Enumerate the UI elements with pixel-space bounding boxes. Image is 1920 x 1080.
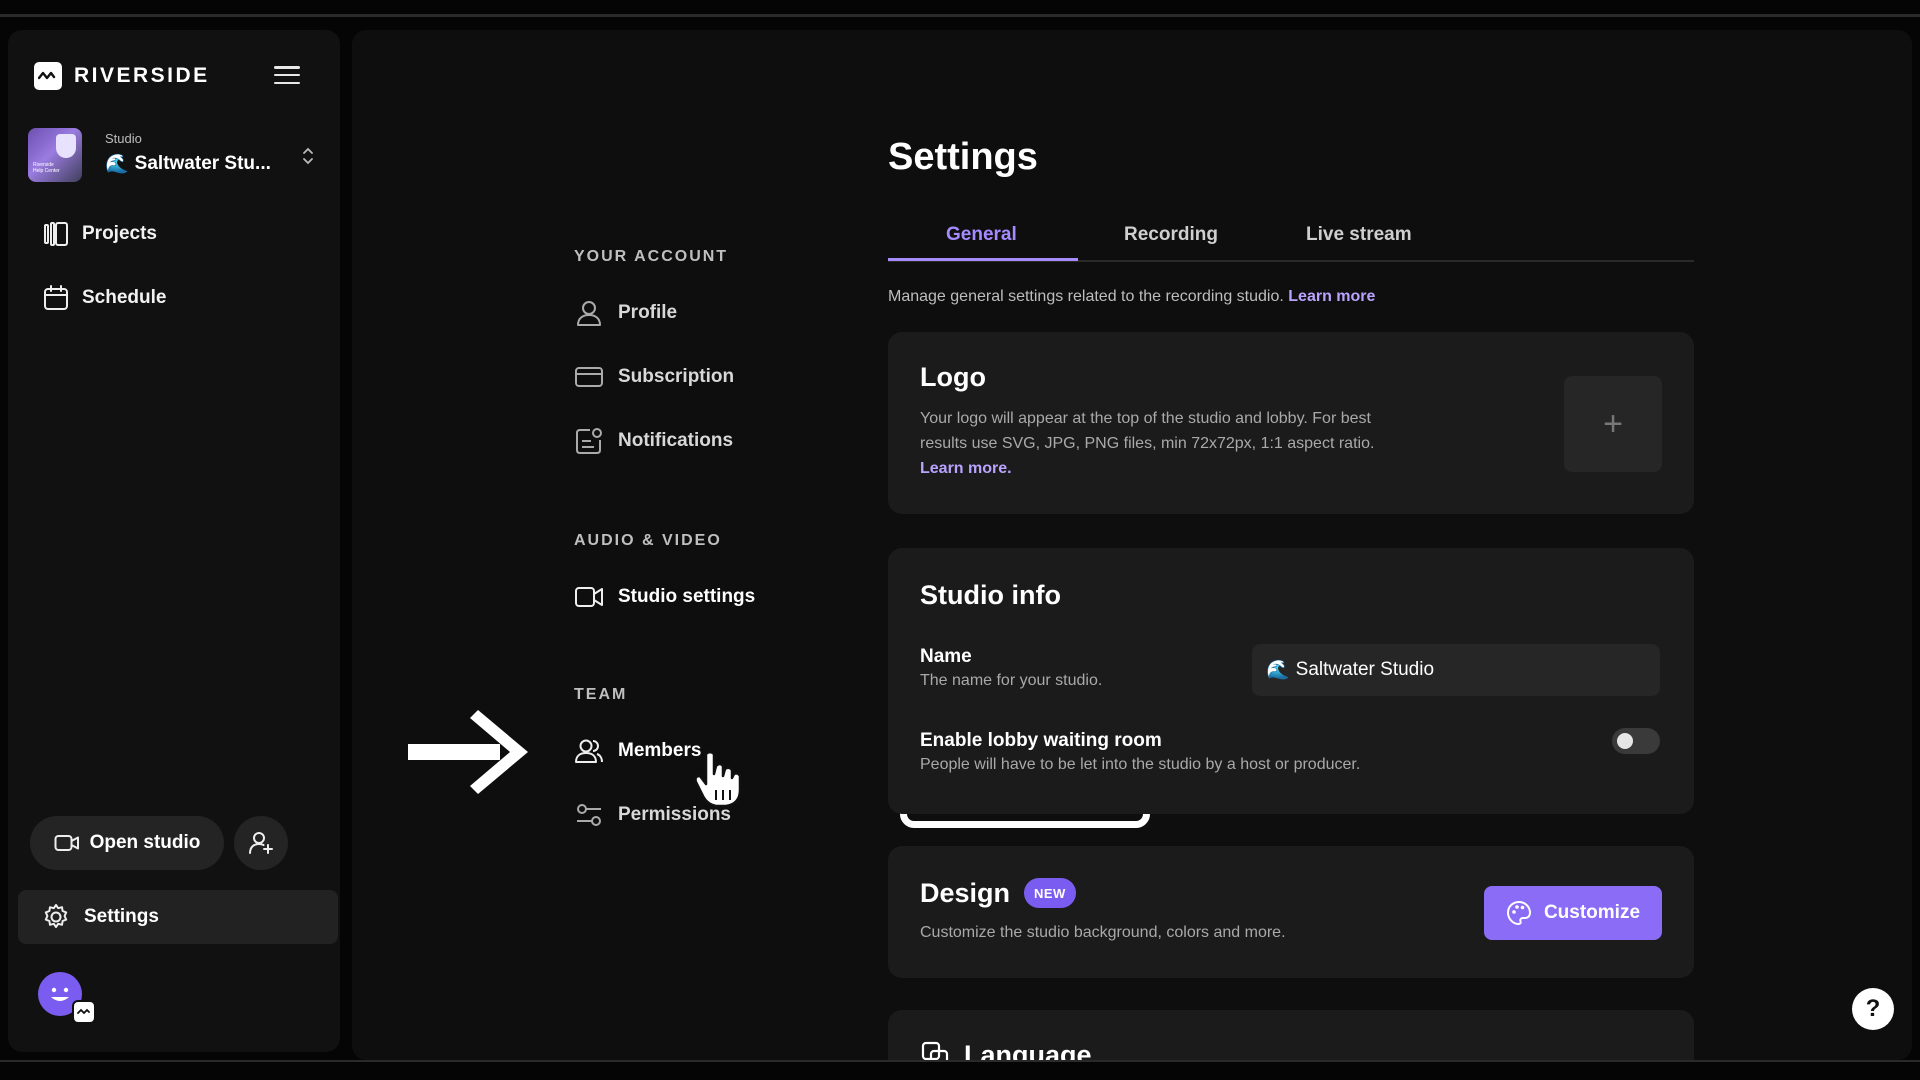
sidebar-item-settings[interactable]: Settings [18, 890, 338, 944]
studio-name-input[interactable]: 🌊 Saltwater Studio [1252, 644, 1660, 696]
design-card-title: Design [920, 878, 1011, 908]
toggle-knob [1617, 733, 1633, 749]
name-field-help: The name for your studio. [920, 672, 1103, 689]
video-camera-icon [575, 587, 603, 607]
language-card: Language [888, 1010, 1694, 1060]
tab-recording[interactable]: Recording [1124, 224, 1218, 246]
active-tab-indicator [888, 258, 1078, 261]
logo-card-line-2: results use SVG, JPG, PNG files, min 72x… [920, 435, 1375, 452]
wave-emoji-icon: 🌊 [1266, 660, 1290, 681]
sidebar: RIVERSIDE Riverside Help Center Studio 🌊… [8, 30, 340, 1052]
studio-kicker: Studio [105, 131, 142, 146]
window-top-border [0, 14, 1920, 17]
logo-card-title: Logo [920, 362, 986, 392]
calendar-icon [44, 285, 68, 310]
wave-emoji-icon: 🌊 [105, 154, 129, 175]
studio-name-text: Saltwater Stu... [134, 153, 271, 174]
riverside-logo-icon [34, 62, 62, 90]
annotation-arrow-icon [408, 710, 528, 794]
open-studio-label: Open studio [89, 832, 201, 853]
studio-name-value: Saltwater Studio [1295, 659, 1435, 680]
users-icon [575, 739, 603, 763]
settings-description: Manage general settings related to the r… [888, 288, 1375, 306]
tab-live-stream[interactable]: Live stream [1306, 224, 1412, 246]
studio-switcher[interactable]: Riverside Help Center Studio 🌊 Saltwater… [28, 128, 324, 186]
menu-item-label: Studio settings [618, 586, 756, 607]
logo-card: Logo Your logo will appear at the top of… [888, 332, 1694, 514]
section-title-your-account: YOUR ACCOUNT [574, 248, 729, 265]
name-field-label: Name [920, 646, 972, 667]
menu-item-profile[interactable]: Profile [574, 298, 677, 328]
studio-name: 🌊 Saltwater Stu... [105, 152, 271, 176]
sidebar-item-projects[interactable]: Projects [42, 220, 157, 248]
invite-user-button[interactable] [234, 816, 288, 870]
logo-card-line-1: Your logo will appear at the top of the … [920, 410, 1371, 427]
design-card-text: Customize the studio background, colors … [920, 924, 1286, 941]
help-button[interactable]: ? [1852, 988, 1894, 1030]
new-badge: NEW [1024, 878, 1076, 908]
brand[interactable]: RIVERSIDE [34, 62, 210, 90]
settings-tabs: General Recording Live stream [888, 220, 1694, 262]
lobby-waiting-room-toggle[interactable] [1612, 728, 1660, 754]
gear-icon [44, 904, 68, 928]
add-user-icon [249, 832, 273, 854]
open-studio-button[interactable]: Open studio [30, 816, 224, 870]
chevron-up-down-icon [303, 147, 313, 165]
menu-item-label: Members [618, 740, 702, 761]
projects-icon [44, 222, 68, 246]
user-icon [577, 301, 601, 326]
video-camera-icon [54, 835, 79, 851]
menu-item-subscription[interactable]: Subscription [574, 362, 734, 392]
logo-learn-more-link[interactable]: Learn more. [920, 460, 1012, 477]
customize-label: Customize [1543, 902, 1641, 923]
avatar[interactable] [38, 972, 96, 1024]
menu-item-notifications[interactable]: Notifications [574, 426, 733, 456]
question-mark-icon: ? [1865, 995, 1881, 1022]
menu-item-members[interactable]: Members [574, 736, 701, 766]
notification-icon [576, 428, 602, 454]
settings-label: Settings [84, 906, 159, 927]
logo-upload-button[interactable]: + [1564, 376, 1662, 472]
sidebar-item-schedule[interactable]: Schedule [42, 284, 166, 312]
studio-thumbnail: Riverside Help Center [28, 128, 82, 182]
window-bottom-border [0, 1060, 1920, 1062]
lobby-toggle-label: Enable lobby waiting room [920, 730, 1162, 751]
section-title-audio-video: AUDIO & VIDEO [574, 532, 722, 549]
customize-button[interactable]: Customize [1484, 886, 1662, 940]
description-text: Manage general settings related to the r… [888, 288, 1284, 305]
logo-card-text: Your logo will appear at the top of the … [920, 406, 1480, 481]
app-root: RIVERSIDE Riverside Help Center Studio 🌊… [0, 0, 1920, 1080]
menu-item-label: Notifications [618, 430, 734, 451]
language-icon [921, 1041, 949, 1060]
main-panel: YOUR ACCOUNT Profile Subscription Notifi… [352, 30, 1912, 1060]
brand-name: RIVERSIDE [74, 64, 210, 87]
language-card-title: Language [964, 1040, 1092, 1060]
studio-info-title: Studio info [920, 580, 1061, 610]
sidebar-item-label: Schedule [82, 287, 167, 308]
tab-general[interactable]: General [946, 224, 1017, 246]
lobby-toggle-help: People will have to be let into the stud… [920, 756, 1361, 773]
plus-icon: + [1603, 404, 1623, 443]
riverside-badge-icon [72, 1000, 96, 1024]
menu-item-studio-settings[interactable]: Studio settings [574, 582, 755, 612]
menu-toggle-icon[interactable] [274, 64, 300, 86]
section-title-team: TEAM [574, 686, 628, 703]
menu-item-label: Subscription [618, 366, 735, 387]
sliders-icon [577, 804, 601, 826]
menu-item-label: Profile [618, 302, 678, 323]
design-card: Design NEW Customize the studio backgrou… [888, 846, 1694, 978]
learn-more-link[interactable]: Learn more [1288, 288, 1375, 305]
sidebar-item-label: Projects [82, 223, 157, 244]
hand-cursor-icon [694, 750, 742, 808]
studio-info-card: Studio info Name The name for your studi… [888, 548, 1694, 814]
page-title: Settings [888, 136, 1038, 178]
palette-icon [1506, 900, 1531, 926]
credit-card-icon [575, 367, 603, 387]
